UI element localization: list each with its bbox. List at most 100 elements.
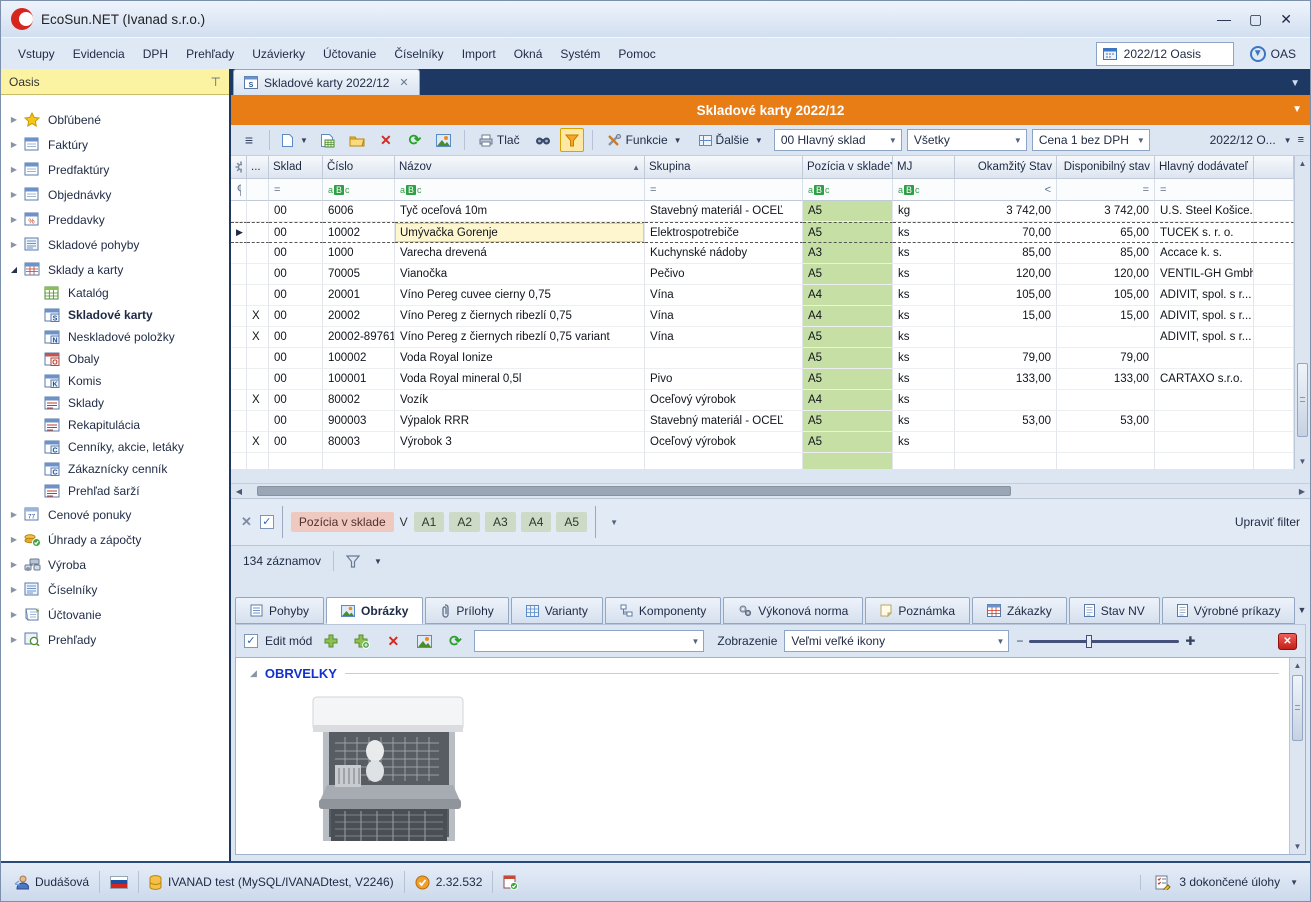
table-row[interactable]: 0020001Víno Pereg cuvee cierny 0,75VínaA… (231, 285, 1294, 306)
period-selector[interactable]: 2022/12 Oasis (1096, 42, 1234, 66)
sidebar-item-skladov-karty[interactable]: SSkladové karty (1, 304, 229, 326)
sidebar-item-fakt-ry[interactable]: ▶Faktúry (1, 132, 229, 157)
view-mode-combo[interactable]: Veľmi veľké ikony▼ (784, 630, 1009, 652)
sidebar-item-z-kazn-cky-cenn-k[interactable]: CZákaznícky cenník (1, 458, 229, 480)
filter-value-chip-a4[interactable]: A4 (521, 512, 552, 532)
count-filter-dropdown-icon[interactable]: ▼ (374, 557, 382, 566)
refresh-button[interactable]: ⟳ (403, 128, 427, 152)
filter-button[interactable] (560, 128, 584, 152)
menu-item-uzávierky[interactable]: Uzávierky (243, 43, 314, 65)
table-row[interactable]: 00900003Výpalok RRRStavebný materiál - O… (231, 411, 1294, 432)
new-record-button[interactable]: ▼ (278, 128, 311, 152)
toolbar-overflow-icon[interactable]: ≡ (1298, 134, 1304, 146)
column-header-dodavatel[interactable]: Hlavný dodávateľ (1155, 156, 1254, 179)
group-collapse-icon[interactable]: ◢ (250, 668, 257, 679)
sidebar-header[interactable]: Oasis ⊤ (1, 69, 229, 95)
image-panel-scrollbar[interactable]: ▲ ▼ (1289, 658, 1305, 854)
table-row[interactable]: ▶0010002Umývačka GorenjeElektrospotrebič… (231, 222, 1294, 243)
sidebar-item-preh-ady[interactable]: ▶Prehľady (1, 627, 229, 652)
filter-cell-nazov[interactable]: aBc (395, 179, 645, 201)
column-header-nazov[interactable]: Názov▲ (395, 156, 645, 179)
image-select-combo[interactable]: ▼ (474, 630, 704, 652)
sidebar-item-preh-ad-ar-[interactable]: Prehľad šarží (1, 480, 229, 502)
menu-item-pomoc[interactable]: Pomoc (609, 43, 664, 65)
scroll-up-icon[interactable]: ▲ (1295, 156, 1310, 171)
scroll-right-icon[interactable]: ▶ (1294, 487, 1310, 496)
image-tool-button[interactable] (412, 629, 436, 653)
scroll-left-icon[interactable]: ◀ (231, 487, 247, 496)
sidebar-item-objedn-vky[interactable]: ▶Objednávky (1, 182, 229, 207)
expand-icon[interactable]: ▶ (7, 215, 21, 224)
sidebar-item-cenn-ky-akcie-let-ky[interactable]: CCenníky, akcie, letáky (1, 436, 229, 458)
search-button[interactable] (531, 128, 555, 152)
column-header-skupina[interactable]: Skupina (645, 156, 803, 179)
collapse-icon[interactable]: ◢ (7, 265, 21, 274)
grid-vertical-scrollbar[interactable]: ▲ ▼ (1294, 156, 1310, 469)
detail-tab-pozn-mka[interactable]: Poznámka (865, 597, 970, 624)
expand-icon[interactable]: ▶ (7, 510, 21, 519)
menu-item-evidencia[interactable]: Evidencia (64, 43, 134, 65)
open-button[interactable] (345, 128, 369, 152)
tab-skladove-karty[interactable]: S Skladové karty 2022/12 ✕ (233, 69, 420, 95)
tab-list-dropdown-icon[interactable]: ▼ (1290, 78, 1310, 95)
detail-tab-pr-lohy[interactable]: Prílohy (425, 597, 508, 624)
menu-item-číselníky[interactable]: Číselníky (385, 43, 452, 65)
maximize-button[interactable]: ▢ (1249, 11, 1262, 28)
cena-combo[interactable]: Cena 1 bez DPH▼ (1032, 129, 1150, 151)
detail-tab-v-robn-pr-kazy[interactable]: Výrobné príkazy (1162, 597, 1296, 624)
filter-field-chip[interactable]: Pozícia v sklade (291, 512, 394, 532)
table-row[interactable]: 001000Varecha drevenáKuchynské nádobyA3k… (231, 243, 1294, 264)
filter-cell-mj[interactable]: aBc (893, 179, 955, 201)
copy-record-button[interactable] (316, 128, 340, 152)
column-header-cislo[interactable]: Číslo (323, 156, 395, 179)
table-row[interactable]: 0070005VianočkaPečivoA5ks120,00120,00VEN… (231, 264, 1294, 285)
filter-cell-ind[interactable] (231, 179, 247, 201)
table-row[interactable]: X0020002Víno Pereg z čiernych ribezlí 0,… (231, 306, 1294, 327)
table-row[interactable]: X0080002VozíkOceľový výrobokA4ks (231, 390, 1294, 411)
filter-value-chip-a1[interactable]: A1 (414, 512, 445, 532)
product-image-dishwasher[interactable] (305, 695, 1289, 845)
edit-filter-link[interactable]: Upraviť filter (1235, 515, 1300, 529)
table-row[interactable]: 00100001Voda Royal mineral 0,5lPivoA5ks1… (231, 369, 1294, 390)
table-row[interactable] (231, 453, 1294, 469)
sidebar-item-skladov-pohyby[interactable]: ▶Skladové pohyby (1, 232, 229, 257)
tasks-dropdown-icon[interactable]: ▼ (1290, 878, 1298, 887)
filter-cell-pozicia[interactable]: aBc (803, 179, 893, 201)
image-scroll-up-icon[interactable]: ▲ (1294, 658, 1302, 673)
print-button[interactable]: Tlač (473, 128, 526, 152)
table-row[interactable]: 00100002Voda Royal IonizeA5ks79,0079,00 (231, 348, 1294, 369)
filter-cell-dodavatel[interactable]: = (1155, 179, 1254, 201)
grid-horizontal-scrollbar[interactable]: ◀ ▶ (231, 483, 1310, 498)
sidebar-item-ob-ben-[interactable]: ▶Obľúbené (1, 107, 229, 132)
sidebar-item-v-roba[interactable]: ▶Výroba (1, 552, 229, 577)
tasks-status[interactable]: 3 dokončené úlohy ▼ (1140, 875, 1298, 890)
count-filter-icon[interactable] (346, 555, 360, 568)
menu-item-okná[interactable]: Okná (505, 43, 552, 65)
expand-icon[interactable]: ▶ (7, 610, 21, 619)
filter-remove-icon[interactable]: ✕ (241, 514, 252, 530)
table-row[interactable]: X0020002-897615...Víno Pereg z čiernych … (231, 327, 1294, 348)
filter-cell-okamzity[interactable]: < (955, 179, 1057, 201)
zoom-out-icon[interactable]: − (1016, 634, 1023, 648)
tab-close-icon[interactable]: ✕ (399, 76, 408, 89)
detail-tab-pohyby[interactable]: Pohyby (235, 597, 324, 624)
warehouse-combo[interactable]: 00 Hlavný sklad▼ (774, 129, 902, 151)
toolbar-period-dropdown-icon[interactable]: ▼ (1284, 136, 1292, 145)
menu-item-vstupy[interactable]: Vstupy (9, 43, 64, 65)
sidebar-item--hrady-a-z-po-ty[interactable]: ▶Úhrady a zápočty (1, 527, 229, 552)
table-row[interactable]: X0080003Výrobok 3Oceľový výrobokA5ks (231, 432, 1294, 453)
filter-cell-skupina[interactable]: = (645, 179, 803, 201)
image-scroll-down-icon[interactable]: ▼ (1294, 839, 1302, 854)
funkcie-button[interactable]: Funkcie▼ (601, 128, 688, 152)
add-image-plus-button[interactable] (350, 629, 374, 653)
sidebar-item-cenov-ponuky[interactable]: ▶77Cenové ponuky (1, 502, 229, 527)
filter-cell-cislo[interactable]: aBc (323, 179, 395, 201)
edit-mode-checkbox[interactable]: ✓ (244, 634, 258, 648)
sidebar-item-katal-g[interactable]: Katalóg (1, 282, 229, 304)
vsetky-combo[interactable]: Všetky▼ (907, 129, 1027, 151)
sidebar-item-komis[interactable]: KKomis (1, 370, 229, 392)
table-row[interactable]: 006006Tyč oceľová 10mStavebný materiál -… (231, 201, 1294, 222)
detail-tab-komponenty[interactable]: Komponenty (605, 597, 721, 624)
sidebar-item--tovanie[interactable]: ▶#Účtovanie (1, 602, 229, 627)
delete-button[interactable]: ✕ (374, 128, 398, 152)
